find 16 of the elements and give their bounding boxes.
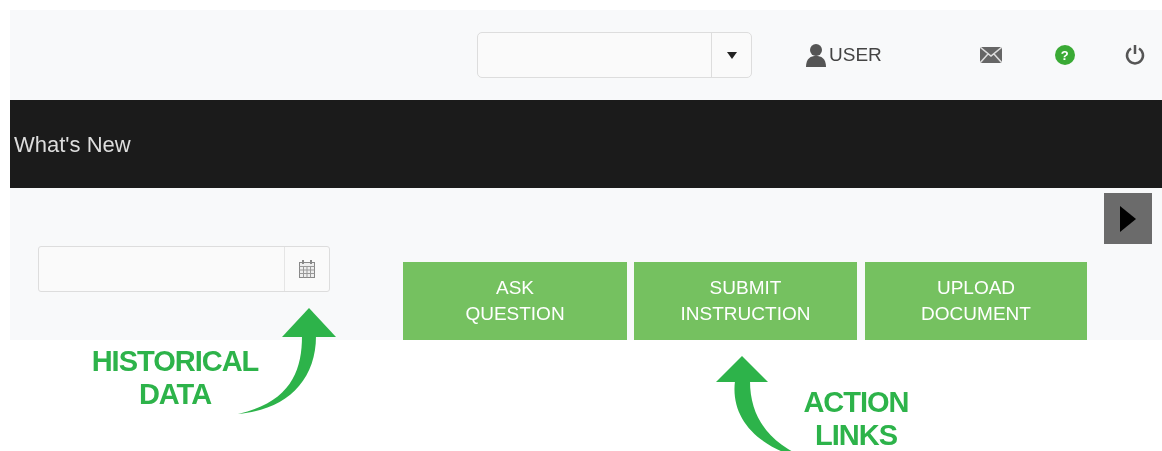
user-icon [805, 43, 827, 67]
next-button[interactable] [1104, 193, 1152, 244]
play-icon [1120, 205, 1136, 232]
callout-label: ACTION LINKS [802, 386, 910, 451]
help-button[interactable]: ? [1054, 45, 1075, 65]
date-field[interactable] [38, 246, 330, 292]
action-button[interactable]: UPLOAD DOCUMENT [865, 262, 1087, 340]
action-button[interactable]: ASK QUESTION [403, 262, 627, 340]
callout-label: HISTORICAL DATA [90, 345, 260, 411]
user-menu[interactable]: USER [805, 40, 882, 70]
mail-icon[interactable] [979, 47, 1002, 63]
calendar-icon[interactable] [299, 260, 315, 278]
caret-icon [726, 51, 737, 59]
action-button[interactable]: SUBMIT INSTRUCTION [634, 262, 857, 340]
power-icon[interactable] [1123, 44, 1146, 66]
banner-title: What's New [14, 130, 131, 159]
